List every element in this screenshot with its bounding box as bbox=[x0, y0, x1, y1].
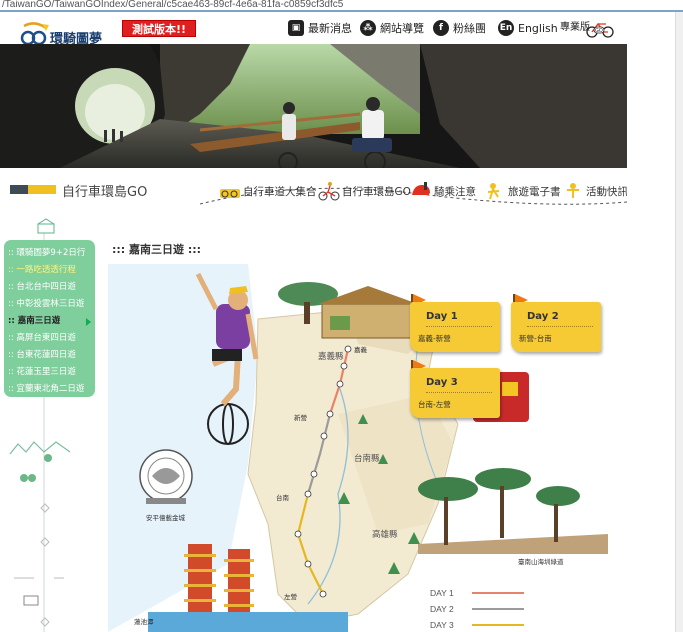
news-icon: ▣ bbox=[288, 20, 304, 36]
map-label-kaohsiung-county: 高雄縣 bbox=[372, 529, 398, 539]
legend-day2: DAY 2 bbox=[430, 603, 524, 615]
ebook-icon bbox=[487, 183, 500, 200]
nav-sitemap[interactable]: ⁂ 網站導覽 bbox=[360, 19, 424, 37]
svg-text:GO: GO bbox=[595, 28, 603, 34]
sidebar-item-chiayi-tainan[interactable]: :: 嘉南三日遊 bbox=[4, 313, 95, 330]
map-label-xinying: 新營 bbox=[294, 415, 307, 422]
section-bar: 自行車環島GO 自行車道大集合 自行車環島GO 騎乘注意 旅遊電子書 活動快訊 bbox=[0, 168, 627, 212]
nav-facebook[interactable]: f 粉絲團 bbox=[433, 19, 486, 37]
map-label-chiayi: 嘉義 bbox=[354, 347, 367, 354]
top-navigation: 環騎圖夢 測試版本!! ▣ 最新消息 ⁂ 網站導覽 f 粉絲團 En Engli… bbox=[0, 12, 627, 47]
bicycle-icon: GO bbox=[586, 22, 614, 38]
itinerary-sidebar: :: 環騎圖夢9+2日行 :: 一路吃透透行程 :: 台北台中四日遊 :: 中彰… bbox=[4, 240, 95, 397]
sidebar-item-taitung-hualien[interactable]: :: 台東花蓮四日遊 bbox=[4, 347, 95, 364]
legend-day1: DAY 1 bbox=[430, 587, 524, 599]
nav-facebook-label: 粉絲團 bbox=[453, 22, 486, 35]
menu-riding-notes-label: 騎乘注意 bbox=[434, 185, 476, 198]
map-label-chiayi-county: 嘉義縣 bbox=[318, 351, 344, 361]
map-label-tainan-greenway: 臺南山海圳綠道 bbox=[518, 559, 564, 566]
section-stripe bbox=[10, 185, 28, 194]
sidebar-item-kaohsiung-taitung[interactable]: :: 高屏台東四日遊 bbox=[4, 330, 95, 347]
sidebar-item-yilan-northeast[interactable]: :: 宜蘭東北角二日遊 bbox=[4, 381, 95, 398]
nav-english[interactable]: En English bbox=[498, 19, 558, 37]
legend-day3: DAY 3 bbox=[430, 619, 524, 631]
map-label-lotus-pond: 蓮池潭 bbox=[134, 619, 154, 626]
day2-separator bbox=[527, 326, 593, 327]
nav-sitemap-label: 網站導覽 bbox=[380, 22, 424, 35]
hero-banner-image bbox=[0, 44, 627, 168]
day3-label: Day 3 bbox=[426, 377, 458, 388]
cyclist-icon bbox=[318, 182, 340, 201]
nav-english-label: English bbox=[518, 21, 558, 35]
menu-ebook[interactable]: 旅遊電子書 bbox=[484, 181, 561, 201]
day2-route: 新營-台南 bbox=[519, 334, 552, 343]
legend-day2-label: DAY 2 bbox=[430, 604, 454, 614]
itinerary-map: 嘉義縣 台南縣 高雄縣 安平億載金城 蓮池潭 臺南山海圳綠道 嘉義 新營 台南 … bbox=[108, 264, 626, 632]
map-label-tainan-county: 台南縣 bbox=[354, 453, 380, 463]
legend-day1-line bbox=[471, 592, 524, 594]
section-stripe-accent bbox=[28, 185, 56, 194]
menu-riding-notes[interactable]: 騎乘注意 bbox=[410, 181, 476, 201]
menu-bike-roads-label: 自行車道大集合 bbox=[243, 185, 317, 198]
legend-day3-label: DAY 3 bbox=[430, 620, 454, 630]
address-bar[interactable]: /TaiwanGO/TaiwanGOIndex/General/c5cae463… bbox=[0, 0, 683, 12]
menu-round-island-label: 自行車環島GO bbox=[342, 185, 411, 198]
page: 環騎圖夢 測試版本!! ▣ 最新消息 ⁂ 網站導覽 f 粉絲團 En Engli… bbox=[0, 12, 627, 632]
event-icon bbox=[567, 183, 579, 198]
nav-pro[interactable]: 專業版 GO bbox=[560, 16, 616, 38]
section-title: 自行車環島GO bbox=[62, 185, 148, 200]
menu-events[interactable]: 活動快訊 bbox=[562, 181, 627, 201]
legend-day2-line bbox=[471, 608, 524, 610]
sidebar-item-9-plus-2[interactable]: :: 環騎圖夢9+2日行 bbox=[4, 245, 95, 262]
legend-day3-line bbox=[471, 624, 524, 626]
map-label-anping-fort: 安平億載金城 bbox=[146, 515, 185, 522]
arrow-right-icon bbox=[86, 318, 91, 326]
day3-route: 台南-左營 bbox=[418, 400, 451, 409]
nav-news-label: 最新消息 bbox=[308, 22, 352, 35]
nav-news[interactable]: ▣ 最新消息 bbox=[288, 19, 352, 37]
day1-route: 嘉義-新營 bbox=[418, 334, 451, 343]
day2-label: Day 2 bbox=[527, 311, 559, 322]
sidebar-item-chiayi-tainan-label: :: 嘉南三日遊 bbox=[8, 316, 61, 326]
menu-round-island[interactable]: 自行車環島GO bbox=[318, 181, 411, 201]
menu-ebook-label: 旅遊電子書 bbox=[508, 185, 561, 198]
day1-separator bbox=[426, 326, 492, 327]
sitemap-icon: ⁂ bbox=[360, 20, 376, 36]
map-label-zuoying: 左營 bbox=[284, 594, 297, 601]
logo-icon bbox=[20, 22, 49, 46]
day2-card[interactable]: Day 2 新營-台南 bbox=[511, 302, 601, 352]
map-label-tainan: 台南 bbox=[276, 495, 289, 502]
page-scrollbar[interactable] bbox=[675, 12, 683, 632]
sidebar-item-changhua-yunlin[interactable]: :: 中彰投雲林三日遊 bbox=[4, 296, 95, 313]
legend-day1-label: DAY 1 bbox=[430, 588, 454, 598]
english-icon: En bbox=[498, 20, 514, 36]
sidebar-item-hualien-yuli[interactable]: :: 花蓮玉里三日遊 bbox=[4, 364, 95, 381]
bike-road-icon bbox=[220, 189, 240, 198]
sidebar-item-taipei-taichung[interactable]: :: 台北台中四日遊 bbox=[4, 279, 95, 296]
day1-label: Day 1 bbox=[426, 311, 458, 322]
day3-card[interactable]: Day 3 台南-左營 bbox=[410, 368, 500, 418]
sidebar-item-food-tour[interactable]: :: 一路吃透透行程 bbox=[4, 262, 95, 279]
facebook-icon: f bbox=[433, 20, 449, 36]
page-title: ::: 嘉南三日遊 ::: bbox=[112, 243, 202, 256]
day1-card[interactable]: Day 1 嘉義-新營 bbox=[410, 302, 500, 352]
test-version-badge: 測試版本!! bbox=[122, 20, 196, 37]
day3-separator bbox=[426, 392, 492, 393]
helmet-icon bbox=[412, 182, 430, 195]
menu-bike-roads[interactable]: 自行車道大集合 bbox=[219, 181, 317, 201]
menu-events-label: 活動快訊 bbox=[586, 185, 627, 198]
